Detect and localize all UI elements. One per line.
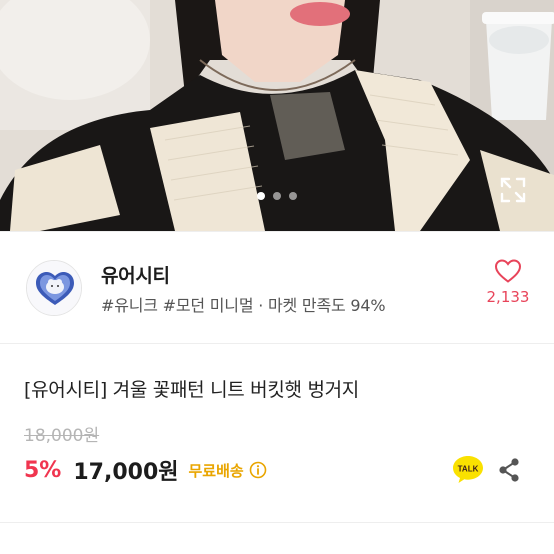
heart-outline-icon [494,259,522,283]
expand-icon [500,177,526,203]
product-title: [유어시티] 겨울 꽃패턴 니트 버킷햇 벙거지 [24,379,359,401]
shop-like-button[interactable]: 2,133 [480,258,536,318]
product-hero-image[interactable] [0,0,554,231]
shop-logo-image [27,261,81,315]
carousel-dot-3[interactable] [289,192,297,200]
original-price: 18,000원 [24,426,100,446]
expand-image-button[interactable] [498,175,528,205]
info-icon[interactable] [249,461,267,479]
shop-name[interactable]: 유어시티 [101,261,170,288]
carousel-dot-1[interactable] [257,192,265,200]
kakao-talk-icon: TALK [453,456,483,483]
carousel-indicator [0,192,554,200]
talk-label: TALK [458,465,479,474]
share-icon [499,458,519,482]
share-button[interactable] [497,457,521,483]
price-row: 5% 17,000원 무료배송 [24,453,267,487]
shop-logo[interactable] [26,260,82,316]
divider [0,343,554,344]
shop-info-row[interactable]: 유어시티 #유니크 #모던 미니멀 · 마켓 만족도 94% 2,133 [0,232,554,342]
carousel-dot-2[interactable] [273,192,281,200]
sale-price: 17,000원 [73,460,179,485]
like-count: 2,133 [486,288,530,306]
kakao-talk-button[interactable]: TALK [452,454,484,484]
divider [0,522,554,523]
free-shipping-badge: 무료배송 [188,461,244,480]
shop-tags: #유니크 #모던 미니멀 · 마켓 만족도 94% [101,296,386,315]
discount-rate: 5% [24,457,62,483]
